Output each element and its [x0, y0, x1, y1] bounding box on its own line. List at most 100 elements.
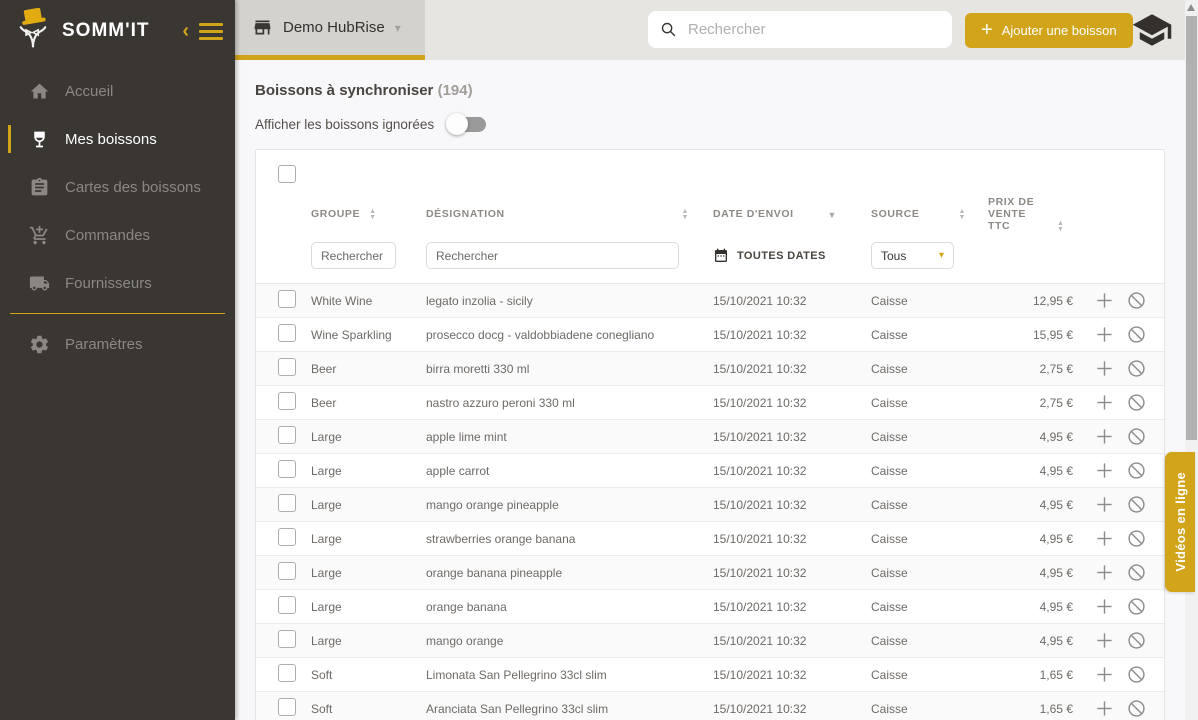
row-checkbox[interactable]: [278, 562, 296, 580]
row-checkbox[interactable]: [278, 392, 296, 410]
account-selector[interactable]: Demo HubRise ▾: [235, 0, 425, 60]
ignore-row-icon[interactable]: [1126, 426, 1147, 447]
row-checkbox[interactable]: [278, 698, 296, 716]
add-row-icon[interactable]: [1094, 528, 1115, 549]
row-price: 4,95 €: [988, 464, 1073, 478]
ignore-row-icon[interactable]: [1126, 596, 1147, 617]
column-header-prix[interactable]: PRIX DE VENTE TTC ▲▼: [988, 196, 1073, 232]
add-row-icon[interactable]: [1094, 358, 1115, 379]
menu-hamburger-icon[interactable]: [199, 23, 223, 40]
add-row-icon[interactable]: [1094, 290, 1115, 311]
sidebar-item-label: Fournisseurs: [65, 275, 152, 292]
sort-icon[interactable]: ▲▼: [1057, 221, 1065, 232]
source-filter-select[interactable]: Tous ▾: [871, 242, 954, 269]
ignore-row-icon[interactable]: [1126, 392, 1147, 413]
sidebar-item-label: Commandes: [65, 227, 150, 244]
videos-en-ligne-tab[interactable]: Vidéos en ligne: [1165, 452, 1195, 592]
add-row-icon[interactable]: [1094, 596, 1115, 617]
groupe-filter-input[interactable]: [311, 242, 396, 269]
column-header-designation[interactable]: DÉSIGNATION ▲▼: [426, 208, 713, 220]
sort-icon[interactable]: ▲▼: [369, 209, 377, 220]
vertical-scrollbar[interactable]: [1185, 0, 1198, 720]
ignore-row-icon[interactable]: [1126, 562, 1147, 583]
add-row-icon[interactable]: [1094, 562, 1115, 583]
add-row-icon[interactable]: [1094, 630, 1115, 651]
row-designation: strawberries orange banana: [426, 532, 713, 546]
search-box: [648, 11, 952, 48]
row-checkbox[interactable]: [278, 358, 296, 376]
row-date: 15/10/2021 10:32: [713, 702, 871, 716]
row-group: Large: [311, 600, 426, 614]
add-row-icon[interactable]: [1094, 324, 1115, 345]
sort-icon[interactable]: ▲▼: [959, 209, 967, 220]
graduation-cap-icon[interactable]: [1128, 9, 1176, 51]
show-ignored-toggle[interactable]: [448, 117, 486, 132]
ignore-row-icon[interactable]: [1126, 698, 1147, 719]
sidebar-item-accueil[interactable]: Accueil: [0, 67, 235, 115]
sort-desc-icon[interactable]: ▼: [827, 211, 837, 220]
sidebar-item-cartes-des-boissons[interactable]: Cartes des boissons: [0, 163, 235, 211]
row-price: 4,95 €: [988, 566, 1073, 580]
sort-icon[interactable]: ▲▼: [681, 209, 689, 220]
sidebar-item-parametres[interactable]: Paramètres: [0, 320, 235, 368]
storefront-icon: [252, 17, 273, 38]
designation-filter-input[interactable]: [426, 242, 679, 269]
sidebar-item-fournisseurs[interactable]: Fournisseurs: [0, 259, 235, 307]
row-checkbox[interactable]: [278, 324, 296, 342]
table-row: Large orange banana 15/10/2021 10:32 Cai…: [256, 590, 1164, 624]
select-all-checkbox[interactable]: [278, 165, 296, 183]
row-checkbox[interactable]: [278, 630, 296, 648]
ignore-row-icon[interactable]: [1126, 494, 1147, 515]
add-row-icon[interactable]: [1094, 426, 1115, 447]
ignore-row-icon[interactable]: [1126, 290, 1147, 311]
column-header-groupe[interactable]: GROUPE ▲▼: [311, 208, 426, 220]
sidebar-collapse-icon[interactable]: ‹: [182, 21, 189, 41]
row-source: Caisse: [871, 600, 988, 614]
sidebar-item-mes-boissons[interactable]: Mes boissons: [0, 115, 235, 163]
sidebar-divider: [10, 313, 225, 314]
row-designation: orange banana pineapple: [426, 566, 713, 580]
add-row-icon[interactable]: [1094, 664, 1115, 685]
row-date: 15/10/2021 10:32: [713, 600, 871, 614]
add-row-icon[interactable]: [1094, 494, 1115, 515]
row-designation: birra moretti 330 ml: [426, 362, 713, 376]
add-drink-button[interactable]: + Ajouter une boisson: [965, 13, 1133, 48]
search-input[interactable]: [688, 21, 928, 38]
sidebar-item-commandes[interactable]: Commandes: [0, 211, 235, 259]
row-designation: Limonata San Pellegrino 33cl slim: [426, 668, 713, 682]
ignore-row-icon[interactable]: [1126, 460, 1147, 481]
row-checkbox[interactable]: [278, 494, 296, 512]
row-source: Caisse: [871, 702, 988, 716]
table-row: Soft Limonata San Pellegrino 33cl slim 1…: [256, 658, 1164, 692]
ignore-row-icon[interactable]: [1126, 358, 1147, 379]
ignore-row-icon[interactable]: [1126, 528, 1147, 549]
scrollbar-thumb[interactable]: [1186, 16, 1197, 440]
scroll-up-icon[interactable]: [1187, 4, 1195, 11]
row-checkbox[interactable]: [278, 596, 296, 614]
add-row-icon[interactable]: [1094, 460, 1115, 481]
drinks-table: GROUPE ▲▼ DÉSIGNATION ▲▼ DATE D'ENVOI ▼ …: [255, 149, 1165, 720]
videos-en-ligne-label: Vidéos en ligne: [1173, 472, 1188, 572]
row-checkbox[interactable]: [278, 290, 296, 308]
table-header: GROUPE ▲▼ DÉSIGNATION ▲▼ DATE D'ENVOI ▼ …: [256, 194, 1164, 232]
date-filter[interactable]: TOUTES DATES: [713, 248, 871, 264]
row-checkbox[interactable]: [278, 426, 296, 444]
table-row: Wine Sparkling prosecco docg - valdobbia…: [256, 318, 1164, 352]
column-header-date-envoi[interactable]: DATE D'ENVOI ▼: [713, 208, 871, 220]
row-checkbox[interactable]: [278, 528, 296, 546]
row-source: Caisse: [871, 362, 988, 376]
table-row: Large mango orange 15/10/2021 10:32 Cais…: [256, 624, 1164, 658]
add-row-icon[interactable]: [1094, 392, 1115, 413]
ignore-row-icon[interactable]: [1126, 630, 1147, 651]
row-checkbox[interactable]: [278, 460, 296, 478]
ignore-row-icon[interactable]: [1126, 664, 1147, 685]
row-designation: apple lime mint: [426, 430, 713, 444]
row-checkbox[interactable]: [278, 664, 296, 682]
search-icon: [660, 21, 677, 38]
ignore-row-icon[interactable]: [1126, 324, 1147, 345]
home-icon: [29, 81, 50, 102]
add-row-icon[interactable]: [1094, 698, 1115, 719]
row-designation: legato inzolia - sicily: [426, 294, 713, 308]
column-header-source[interactable]: SOURCE ▲▼: [871, 208, 988, 220]
row-source: Caisse: [871, 396, 988, 410]
